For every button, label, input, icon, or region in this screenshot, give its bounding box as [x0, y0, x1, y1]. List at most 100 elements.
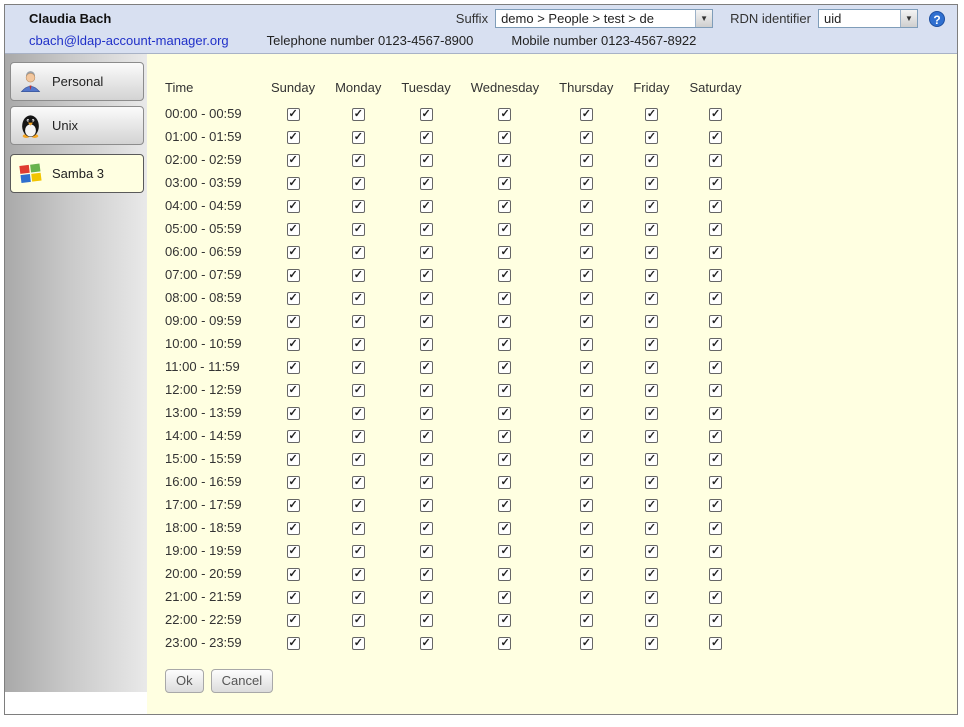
schedule-checkbox[interactable] [352, 614, 365, 627]
schedule-checkbox[interactable] [352, 154, 365, 167]
schedule-checkbox[interactable] [645, 246, 658, 259]
schedule-checkbox[interactable] [420, 108, 433, 121]
schedule-checkbox[interactable] [498, 637, 511, 650]
schedule-checkbox[interactable] [352, 177, 365, 190]
schedule-checkbox[interactable] [645, 453, 658, 466]
schedule-checkbox[interactable] [645, 108, 658, 121]
schedule-checkbox[interactable] [498, 476, 511, 489]
help-icon[interactable]: ? [929, 11, 945, 27]
email-link[interactable]: cbach@ldap-account-manager.org [29, 33, 229, 48]
schedule-checkbox[interactable] [580, 614, 593, 627]
schedule-checkbox[interactable] [580, 200, 593, 213]
schedule-checkbox[interactable] [645, 338, 658, 351]
tab-unix[interactable]: Unix [10, 106, 144, 145]
schedule-checkbox[interactable] [709, 591, 722, 604]
schedule-checkbox[interactable] [645, 522, 658, 535]
schedule-checkbox[interactable] [287, 591, 300, 604]
schedule-checkbox[interactable] [287, 453, 300, 466]
schedule-checkbox[interactable] [287, 246, 300, 259]
schedule-checkbox[interactable] [580, 223, 593, 236]
schedule-checkbox[interactable] [287, 200, 300, 213]
schedule-checkbox[interactable] [709, 338, 722, 351]
schedule-checkbox[interactable] [645, 269, 658, 282]
suffix-select[interactable]: demo > People > test > de ▼ [495, 9, 713, 28]
schedule-checkbox[interactable] [352, 223, 365, 236]
schedule-checkbox[interactable] [645, 545, 658, 558]
schedule-checkbox[interactable] [580, 292, 593, 305]
schedule-checkbox[interactable] [352, 315, 365, 328]
schedule-checkbox[interactable] [709, 246, 722, 259]
schedule-checkbox[interactable] [709, 223, 722, 236]
schedule-checkbox[interactable] [420, 269, 433, 282]
schedule-checkbox[interactable] [645, 614, 658, 627]
schedule-checkbox[interactable] [352, 476, 365, 489]
schedule-checkbox[interactable] [498, 430, 511, 443]
schedule-checkbox[interactable] [420, 499, 433, 512]
schedule-checkbox[interactable] [352, 361, 365, 374]
schedule-checkbox[interactable] [420, 338, 433, 351]
schedule-checkbox[interactable] [645, 430, 658, 443]
schedule-checkbox[interactable] [498, 614, 511, 627]
schedule-checkbox[interactable] [287, 338, 300, 351]
schedule-checkbox[interactable] [287, 108, 300, 121]
schedule-checkbox[interactable] [352, 545, 365, 558]
schedule-checkbox[interactable] [287, 614, 300, 627]
schedule-checkbox[interactable] [645, 361, 658, 374]
schedule-checkbox[interactable] [709, 430, 722, 443]
schedule-checkbox[interactable] [287, 637, 300, 650]
schedule-checkbox[interactable] [352, 131, 365, 144]
schedule-checkbox[interactable] [498, 154, 511, 167]
schedule-checkbox[interactable] [645, 499, 658, 512]
schedule-checkbox[interactable] [580, 407, 593, 420]
schedule-checkbox[interactable] [498, 292, 511, 305]
schedule-checkbox[interactable] [352, 568, 365, 581]
schedule-checkbox[interactable] [709, 522, 722, 535]
schedule-checkbox[interactable] [498, 361, 511, 374]
schedule-checkbox[interactable] [498, 269, 511, 282]
schedule-checkbox[interactable] [709, 614, 722, 627]
schedule-checkbox[interactable] [580, 108, 593, 121]
schedule-checkbox[interactable] [287, 223, 300, 236]
schedule-checkbox[interactable] [352, 453, 365, 466]
schedule-checkbox[interactable] [498, 568, 511, 581]
schedule-checkbox[interactable] [352, 499, 365, 512]
schedule-checkbox[interactable] [709, 453, 722, 466]
chevron-down-icon[interactable]: ▼ [695, 10, 712, 27]
schedule-checkbox[interactable] [420, 637, 433, 650]
schedule-checkbox[interactable] [420, 361, 433, 374]
schedule-checkbox[interactable] [287, 568, 300, 581]
schedule-checkbox[interactable] [645, 476, 658, 489]
schedule-checkbox[interactable] [420, 131, 433, 144]
schedule-checkbox[interactable] [287, 407, 300, 420]
schedule-checkbox[interactable] [352, 430, 365, 443]
schedule-checkbox[interactable] [709, 407, 722, 420]
schedule-checkbox[interactable] [498, 108, 511, 121]
tab-personal[interactable]: Personal [10, 62, 144, 101]
schedule-checkbox[interactable] [709, 131, 722, 144]
schedule-checkbox[interactable] [580, 177, 593, 190]
schedule-checkbox[interactable] [580, 315, 593, 328]
schedule-checkbox[interactable] [287, 499, 300, 512]
schedule-checkbox[interactable] [580, 338, 593, 351]
schedule-checkbox[interactable] [420, 522, 433, 535]
schedule-checkbox[interactable] [645, 154, 658, 167]
schedule-checkbox[interactable] [287, 384, 300, 397]
schedule-checkbox[interactable] [580, 453, 593, 466]
schedule-checkbox[interactable] [352, 269, 365, 282]
schedule-checkbox[interactable] [580, 568, 593, 581]
ok-button[interactable]: Ok [165, 669, 204, 693]
schedule-checkbox[interactable] [287, 177, 300, 190]
schedule-checkbox[interactable] [645, 315, 658, 328]
schedule-checkbox[interactable] [498, 453, 511, 466]
schedule-checkbox[interactable] [645, 200, 658, 213]
schedule-checkbox[interactable] [420, 545, 433, 558]
schedule-checkbox[interactable] [709, 154, 722, 167]
schedule-checkbox[interactable] [709, 292, 722, 305]
schedule-checkbox[interactable] [420, 407, 433, 420]
schedule-checkbox[interactable] [709, 108, 722, 121]
schedule-checkbox[interactable] [420, 430, 433, 443]
schedule-checkbox[interactable] [709, 476, 722, 489]
schedule-checkbox[interactable] [498, 522, 511, 535]
schedule-checkbox[interactable] [498, 407, 511, 420]
schedule-checkbox[interactable] [420, 223, 433, 236]
